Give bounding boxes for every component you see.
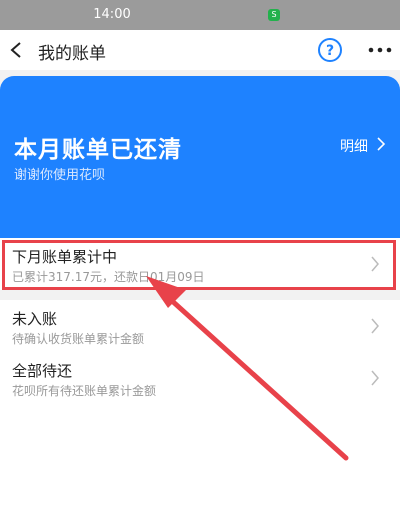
app-badge-icon: S [268, 9, 280, 21]
help-icon[interactable]: ? [316, 37, 344, 63]
all-pending-row[interactable]: 全部待还 花呗所有待还账单累计金额 [0, 352, 400, 404]
row-description: 花呗所有待还账单累计金额 [12, 384, 157, 398]
unposted-row[interactable]: 未入账 待确认收货账单累计金额 [0, 300, 400, 352]
status-bar: 14:00 S [0, 0, 400, 30]
row-description: 待确认收货账单累计金额 [12, 332, 145, 346]
status-time: 14:00 [93, 7, 131, 22]
chevron-right-icon[interactable] [376, 136, 386, 152]
help-icon-glyph: ? [326, 43, 334, 59]
chevron-right-icon [371, 318, 379, 334]
page-title: 我的账单 [38, 44, 106, 64]
bill-summary-card: 本月账单已还清 谢谢你使用花呗 明细 [0, 76, 400, 238]
chevron-right-icon [371, 256, 379, 272]
next-month-bill-row[interactable]: 下月账单累计中 已累计317.17元，还款日01月09日 [0, 238, 400, 290]
list-bottom-area [0, 404, 400, 519]
more-options-icon[interactable] [366, 38, 394, 62]
chevron-right-icon [371, 370, 379, 386]
row-description: 已累计317.17元，还款日01月09日 [12, 270, 205, 284]
row-title: 未入账 [12, 310, 58, 328]
row-title: 全部待还 [12, 362, 73, 380]
nav-bar: 我的账单 ? [0, 30, 400, 70]
back-arrow-icon[interactable] [6, 36, 28, 64]
bill-status-subtitle: 谢谢你使用花呗 [14, 168, 106, 183]
detail-link[interactable]: 明细 [340, 136, 368, 156]
row-title: 下月账单累计中 [12, 248, 118, 266]
bill-status-title: 本月账单已还清 [14, 137, 182, 163]
